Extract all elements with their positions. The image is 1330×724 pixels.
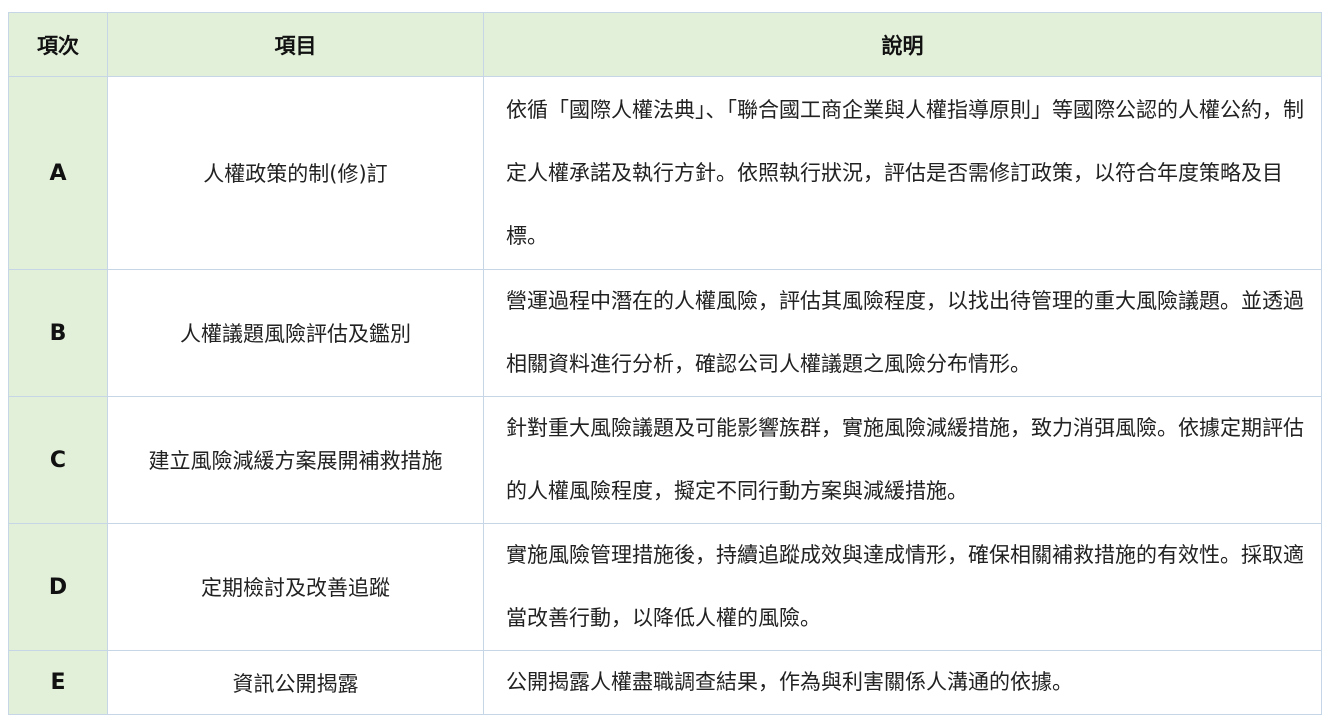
table-row: C 建立風險減緩方案展開補救措施 針對重大風險議題及可能影響族群，實施風險減緩措… <box>8 396 1322 524</box>
header-desc: 說明 <box>483 12 1322 77</box>
table-header: 項次 項目 說明 <box>8 12 1322 77</box>
header-item: 項目 <box>107 12 484 77</box>
table-row: E 資訊公開揭露 公開揭露人權盡職調查結果，作為與利害關係人溝通的依據。 <box>8 650 1322 715</box>
header-code: 項次 <box>8 12 108 77</box>
row-item: 人權政策的制(修)訂 <box>107 76 484 270</box>
row-desc: 營運過程中潛在的人權風險，評估其風險程度，以找出待管理的重大風險議題。並透過相關… <box>483 269 1322 397</box>
row-code: D <box>8 523 108 651</box>
header-row: 項次 項目 說明 <box>8 12 1322 77</box>
row-item: 人權議題風險評估及鑑別 <box>107 269 484 397</box>
row-desc: 實施風險管理措施後，持續追蹤成效與達成情形，確保相關補救措施的有效性。採取適當改… <box>483 523 1322 651</box>
row-desc: 針對重大風險議題及可能影響族群，實施風險減緩措施，致力消弭風險。依據定期評估的人… <box>483 396 1322 524</box>
row-desc: 公開揭露人權盡職調查結果，作為與利害關係人溝通的依據。 <box>483 650 1322 715</box>
row-item: 資訊公開揭露 <box>107 650 484 715</box>
row-code: A <box>8 76 108 270</box>
table-row: A 人權政策的制(修)訂 依循「國際人權法典」、「聯合國工商企業與人權指導原則」… <box>8 76 1322 270</box>
row-item: 定期檢討及改善追蹤 <box>107 523 484 651</box>
row-item: 建立風險減緩方案展開補救措施 <box>107 396 484 524</box>
row-code: C <box>8 396 108 524</box>
row-desc: 依循「國際人權法典」、「聯合國工商企業與人權指導原則」等國際公認的人權公約，制定… <box>483 76 1322 270</box>
table-row: D 定期檢討及改善追蹤 實施風險管理措施後，持續追蹤成效與達成情形，確保相關補救… <box>8 523 1322 651</box>
human-rights-due-diligence-table: 項次 項目 說明 A 人權政策的制(修)訂 依循「國際人權法典」、「聯合國工商企… <box>8 12 1322 715</box>
table-row: B 人權議題風險評估及鑑別 營運過程中潛在的人權風險，評估其風險程度，以找出待管… <box>8 269 1322 397</box>
row-code: E <box>8 650 108 715</box>
table-body: A 人權政策的制(修)訂 依循「國際人權法典」、「聯合國工商企業與人權指導原則」… <box>8 76 1322 715</box>
row-code: B <box>8 269 108 397</box>
human-rights-table-container: 項次 項目 說明 A 人權政策的制(修)訂 依循「國際人權法典」、「聯合國工商企… <box>8 12 1322 715</box>
